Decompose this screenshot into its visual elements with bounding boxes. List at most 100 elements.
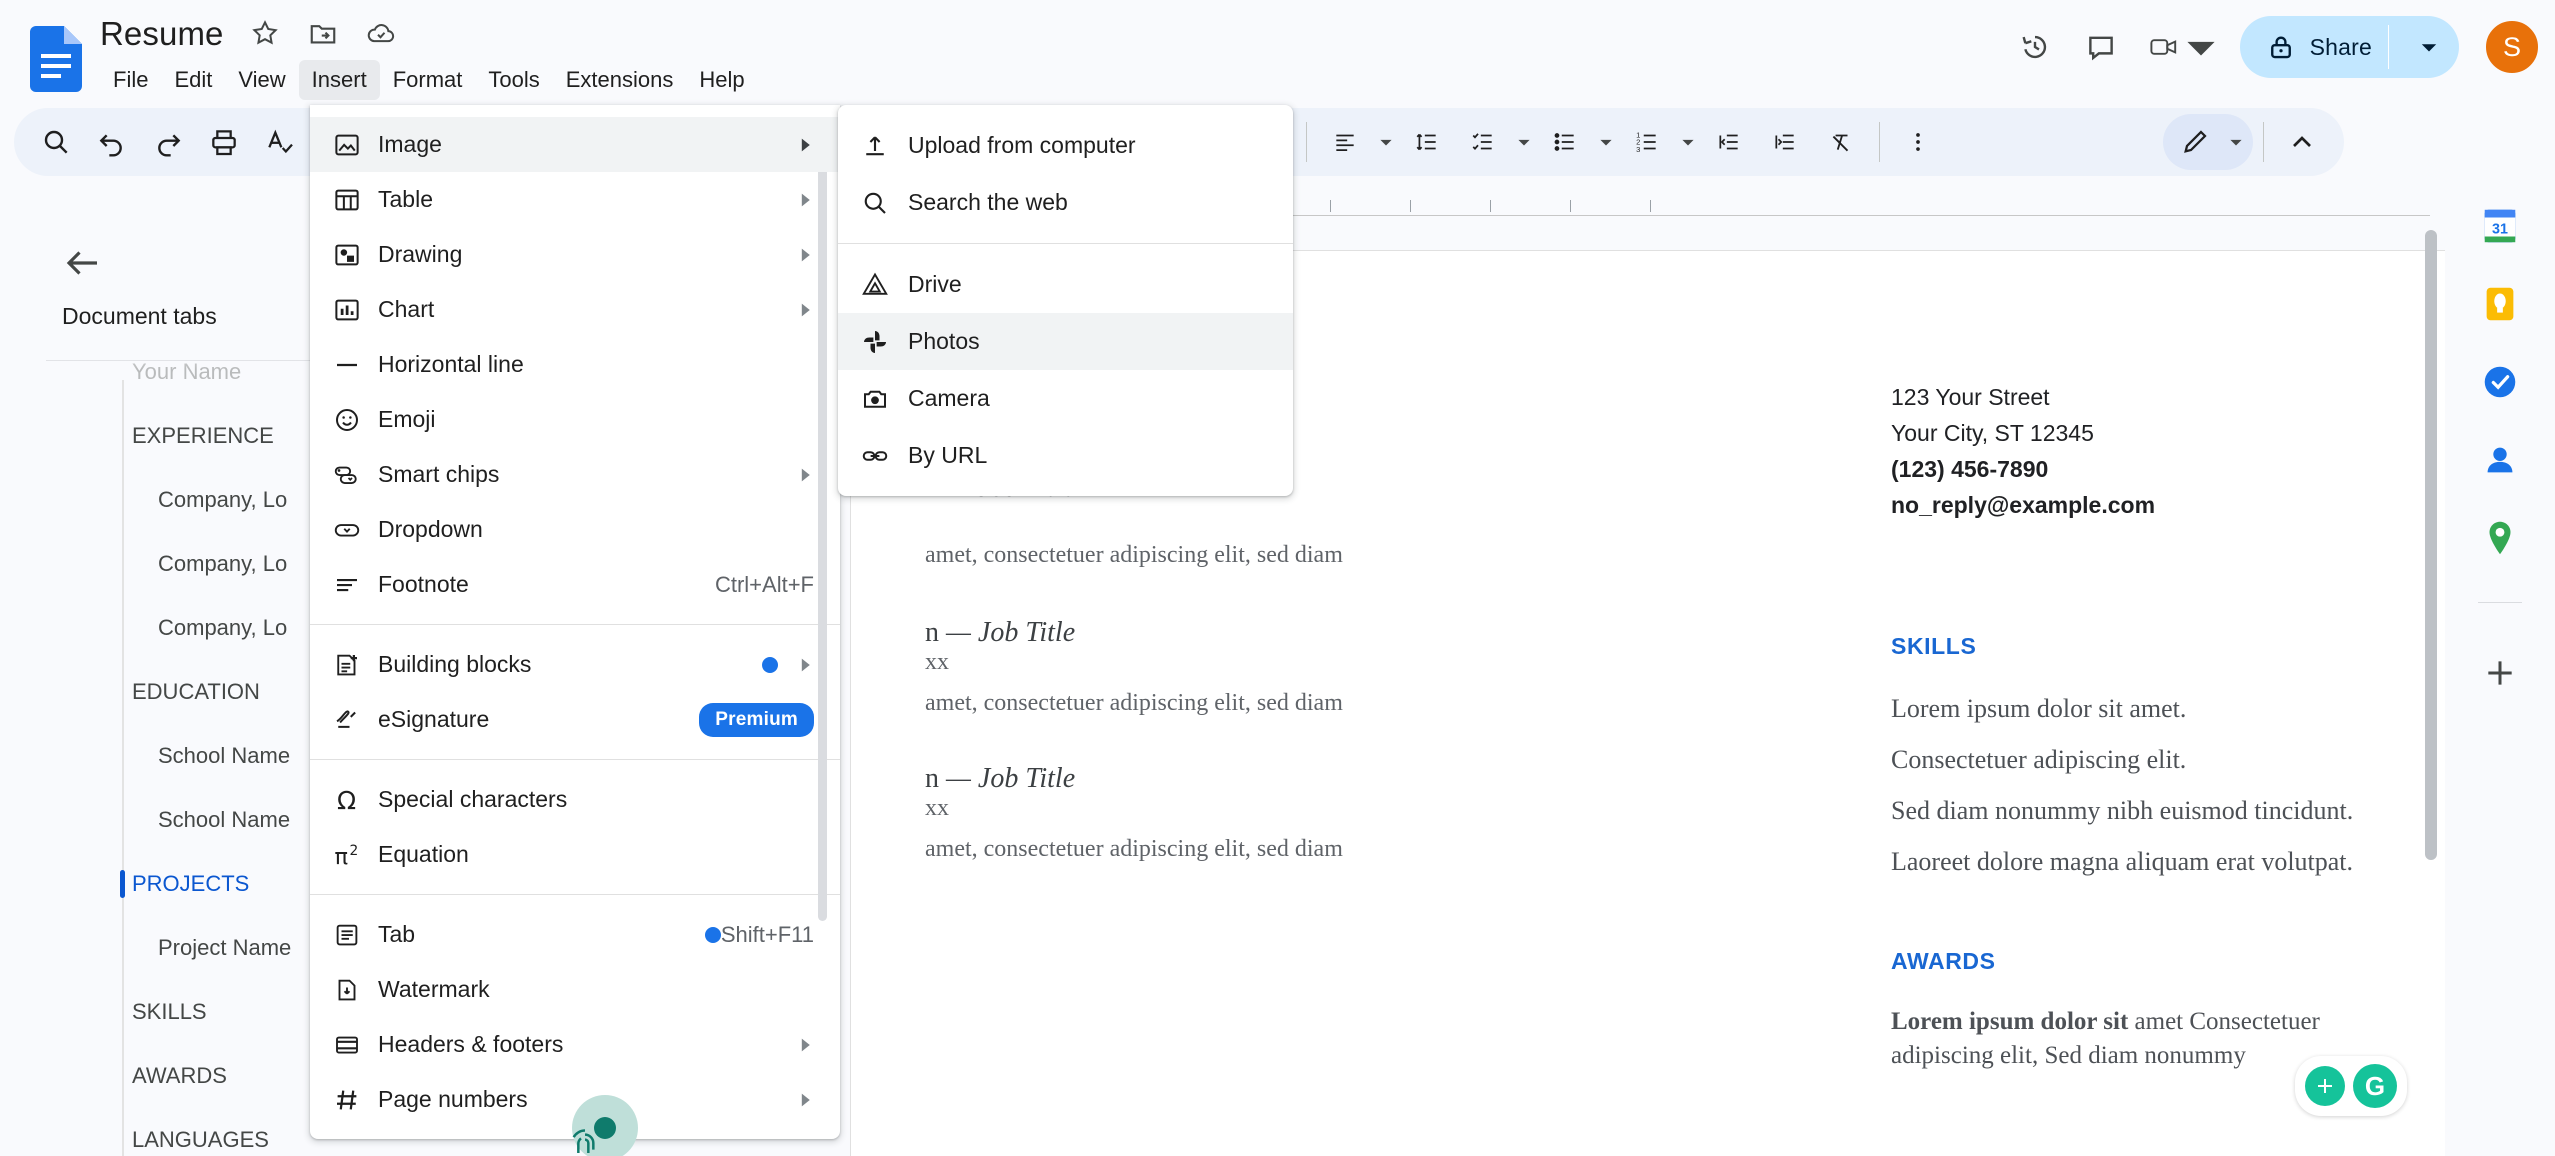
increase-indent-icon[interactable] (1757, 114, 1813, 170)
move-to-folder-icon[interactable] (308, 18, 338, 48)
menu-item-horizontal-line[interactable]: Horizontal line (310, 337, 840, 392)
numbered-list-icon[interactable]: 123 (1619, 114, 1675, 170)
grammarly-widget[interactable]: G (2295, 1056, 2407, 1116)
submenu-item-search-the-web[interactable]: Search the web (838, 174, 1293, 231)
align-icon[interactable] (1317, 114, 1373, 170)
job-sub-3: xx (925, 795, 949, 821)
menu-item-esignature[interactable]: eSignature Premium (310, 692, 840, 747)
menu-item-building-blocks[interactable]: Building blocks (310, 637, 840, 692)
sidebar-item-awards[interactable]: AWARDS (0, 1044, 340, 1108)
submenu-item-by-url[interactable]: By URL (838, 427, 1293, 484)
redo-icon[interactable] (140, 114, 196, 170)
search-icon[interactable] (28, 114, 84, 170)
hide-toolbar-icon[interactable] (2274, 114, 2330, 170)
menu-item-headers-footers[interactable]: Headers & footers (310, 1017, 840, 1072)
google-docs-icon[interactable] (30, 26, 82, 92)
decrease-indent-icon[interactable] (1701, 114, 1757, 170)
rail-divider (2478, 602, 2522, 603)
cloud-saved-icon[interactable] (366, 18, 396, 48)
sidebar-item-school-1[interactable]: School Name (0, 724, 340, 788)
numbered-caret-icon[interactable] (1675, 114, 1701, 170)
google-calendar-icon[interactable]: 31 (2478, 204, 2522, 248)
menu-item-drawing[interactable]: Drawing (310, 227, 840, 282)
join-call-icon[interactable] (2138, 18, 2226, 76)
add-ons-plus-icon[interactable] (2478, 651, 2522, 695)
align-caret-icon[interactable] (1373, 114, 1399, 170)
menu-item-equation[interactable]: π2 Equation (310, 827, 840, 882)
star-icon[interactable] (250, 18, 280, 48)
document-scrollbar[interactable] (2425, 230, 2437, 860)
camera-icon (860, 384, 908, 414)
submenu-item-upload-from-computer[interactable]: Upload from computer (838, 117, 1293, 174)
horizontal-line-icon (332, 350, 378, 380)
menu-extensions[interactable]: Extensions (553, 60, 687, 100)
checklist-icon[interactable] (1455, 114, 1511, 170)
line-spacing-icon[interactable] (1399, 114, 1455, 170)
avatar[interactable]: S (2483, 18, 2541, 76)
menu-item-tab[interactable]: Tab Shift+F11 (310, 907, 840, 962)
undo-icon[interactable] (84, 114, 140, 170)
sidebar-item-skills[interactable]: SKILLS (0, 980, 340, 1044)
share-dropdown-caret-icon[interactable] (2405, 38, 2453, 56)
skills-heading: SKILLS (1891, 633, 1977, 659)
menu-item-smart-chips[interactable]: Smart chips (310, 447, 840, 502)
menu-item-emoji[interactable]: Emoji (310, 392, 840, 447)
back-arrow-icon[interactable] (62, 242, 104, 284)
sidebar-item-company-2[interactable]: Company, Lo (0, 532, 340, 596)
checklist-caret-icon[interactable] (1511, 114, 1537, 170)
menu-item-watermark[interactable]: Watermark (310, 962, 840, 1017)
clear-formatting-icon[interactable] (1813, 114, 1869, 170)
google-keep-icon[interactable] (2478, 282, 2522, 326)
menu-file[interactable]: File (100, 60, 161, 100)
menu-help[interactable]: Help (686, 60, 757, 100)
sidebar-item-project-name[interactable]: Project Name (0, 916, 340, 980)
menu-edit[interactable]: Edit (161, 60, 225, 100)
bulleted-caret-icon[interactable] (1593, 114, 1619, 170)
bulleted-list-icon[interactable] (1537, 114, 1593, 170)
menu-item-dropdown[interactable]: Dropdown (310, 502, 840, 557)
version-history-icon[interactable] (2006, 18, 2064, 76)
menu-item-footnote[interactable]: Footnote Ctrl+Alt+F (310, 557, 840, 612)
sidebar-item-company-1[interactable]: Company, Lo (0, 468, 340, 532)
grammarly-logo[interactable]: G (2353, 1064, 2397, 1108)
more-options-icon[interactable] (1890, 114, 1946, 170)
menu-item-special-characters[interactable]: Ω Special characters (310, 772, 840, 827)
sidebar-title: Document tabs (62, 303, 217, 329)
sidebar-item-school-2[interactable]: School Name (0, 788, 340, 852)
menu-format[interactable]: Format (380, 60, 476, 100)
menu-insert[interactable]: Insert (298, 60, 380, 100)
google-maps-icon[interactable] (2478, 516, 2522, 560)
svg-text:π: π (335, 843, 349, 869)
editing-mode-group (2163, 114, 2253, 170)
sidebar-item-experience[interactable]: EXPERIENCE (0, 404, 340, 468)
editing-mode-caret-icon[interactable] (2223, 114, 2249, 170)
svg-text:3: 3 (1636, 145, 1640, 154)
spelling-check-icon[interactable] (252, 114, 308, 170)
print-icon[interactable] (196, 114, 252, 170)
sidebar-item-languages[interactable]: LANGUAGES (0, 1108, 340, 1156)
toolbar-divider (1306, 122, 1307, 162)
editing-mode-icon[interactable] (2167, 114, 2223, 170)
sidebar-item-company-3[interactable]: Company, Lo (0, 596, 340, 660)
google-contacts-icon[interactable] (2478, 438, 2522, 482)
menu-item-image[interactable]: Image (310, 117, 840, 172)
menu-divider (310, 624, 840, 625)
menu-item-chart[interactable]: Chart (310, 282, 840, 337)
submenu-item-drive[interactable]: Drive (838, 256, 1293, 313)
submenu-arrow-icon (796, 657, 814, 673)
page-title[interactable]: Resume (100, 14, 223, 54)
submenu-item-camera[interactable]: Camera (838, 370, 1293, 427)
menu-tools[interactable]: Tools (475, 60, 552, 100)
skill-item-2: Consectetuer adipiscing elit. (1891, 745, 2187, 774)
grammarly-assist-icon[interactable] (2305, 1066, 2345, 1106)
share-button[interactable]: Share (2239, 16, 2459, 78)
comment-history-icon[interactable] (2072, 18, 2130, 76)
menu-item-table[interactable]: Table (310, 172, 840, 227)
job-body-3: amet, consectetuer adipiscing elit, sed … (925, 836, 1343, 862)
sidebar-item-education[interactable]: EDUCATION (0, 660, 340, 724)
job-title-2: n — Job Title (925, 617, 1076, 648)
google-tasks-icon[interactable] (2478, 360, 2522, 404)
submenu-item-photos[interactable]: Photos (838, 313, 1293, 370)
menu-view[interactable]: View (225, 60, 298, 100)
sidebar-item-projects[interactable]: PROJECTS (0, 852, 340, 916)
